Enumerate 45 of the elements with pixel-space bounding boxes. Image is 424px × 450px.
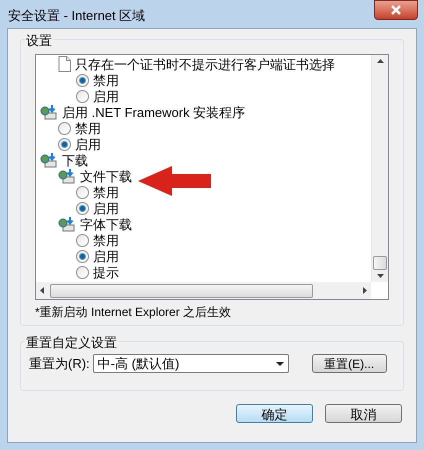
option-label: 启用 xyxy=(75,138,101,150)
option-label: 禁用 xyxy=(75,122,101,134)
setting-label: 文件下载 xyxy=(80,170,132,182)
setting-label: 只存在一个证书时不提示进行客户端证书选择 xyxy=(75,58,335,70)
scroll-left-icon xyxy=(40,287,44,294)
scroll-up-icon xyxy=(376,59,384,63)
vertical-scrollbar[interactable] xyxy=(371,55,388,282)
option-label: 禁用 xyxy=(93,74,119,86)
reset-level-dropdown[interactable]: 中-高 (默认值) xyxy=(92,354,289,374)
globe-computer-icon xyxy=(40,152,58,168)
radio-button[interactable] xyxy=(76,186,89,198)
setting-label: 下载 xyxy=(62,154,88,166)
globe-computer-icon xyxy=(40,104,58,120)
globe-computer-icon xyxy=(58,168,76,184)
window-title: 安全设置 - Internet 区域 xyxy=(8,7,146,25)
radio-button[interactable] xyxy=(76,90,89,102)
radio-button[interactable] xyxy=(58,122,71,134)
setting-label: 启用 .NET Framework 安装程序 xyxy=(62,106,246,118)
option-label: 提示 xyxy=(93,266,119,278)
dialog-button[interactable]: 取消 xyxy=(325,404,402,422)
close-icon xyxy=(390,5,402,15)
radio-button[interactable] xyxy=(76,266,89,278)
option-label: 禁用 xyxy=(93,186,119,198)
option-label: 启用 xyxy=(93,90,119,102)
scroll-right-icon xyxy=(363,287,367,294)
radio-button[interactable] xyxy=(58,138,71,150)
scroll-down-icon xyxy=(376,274,384,278)
globe-computer-icon xyxy=(58,216,76,232)
radio-button[interactable] xyxy=(76,250,89,262)
restart-note: *重新启动 Internet Explorer 之后生效 xyxy=(35,304,232,321)
scroll-thumb[interactable] xyxy=(373,256,387,270)
option-label: 启用 xyxy=(93,202,119,214)
radio-button[interactable] xyxy=(76,74,89,86)
reset-button[interactable]: 重置(E)... xyxy=(312,354,387,374)
radio-button[interactable] xyxy=(76,234,89,246)
dropdown-arrow-icon xyxy=(276,362,284,366)
dialog-button[interactable]: 确定 xyxy=(236,404,313,422)
option-label: 禁用 xyxy=(93,234,119,246)
horizontal-scrollbar[interactable] xyxy=(36,282,371,299)
close-button[interactable] xyxy=(374,0,418,20)
setting-label: 字体下载 xyxy=(80,218,132,230)
reset-label: 重置为(R): xyxy=(29,355,90,373)
scroll-thumb[interactable] xyxy=(50,284,313,298)
option-label: 启用 xyxy=(93,250,119,262)
radio-button[interactable] xyxy=(76,202,89,214)
